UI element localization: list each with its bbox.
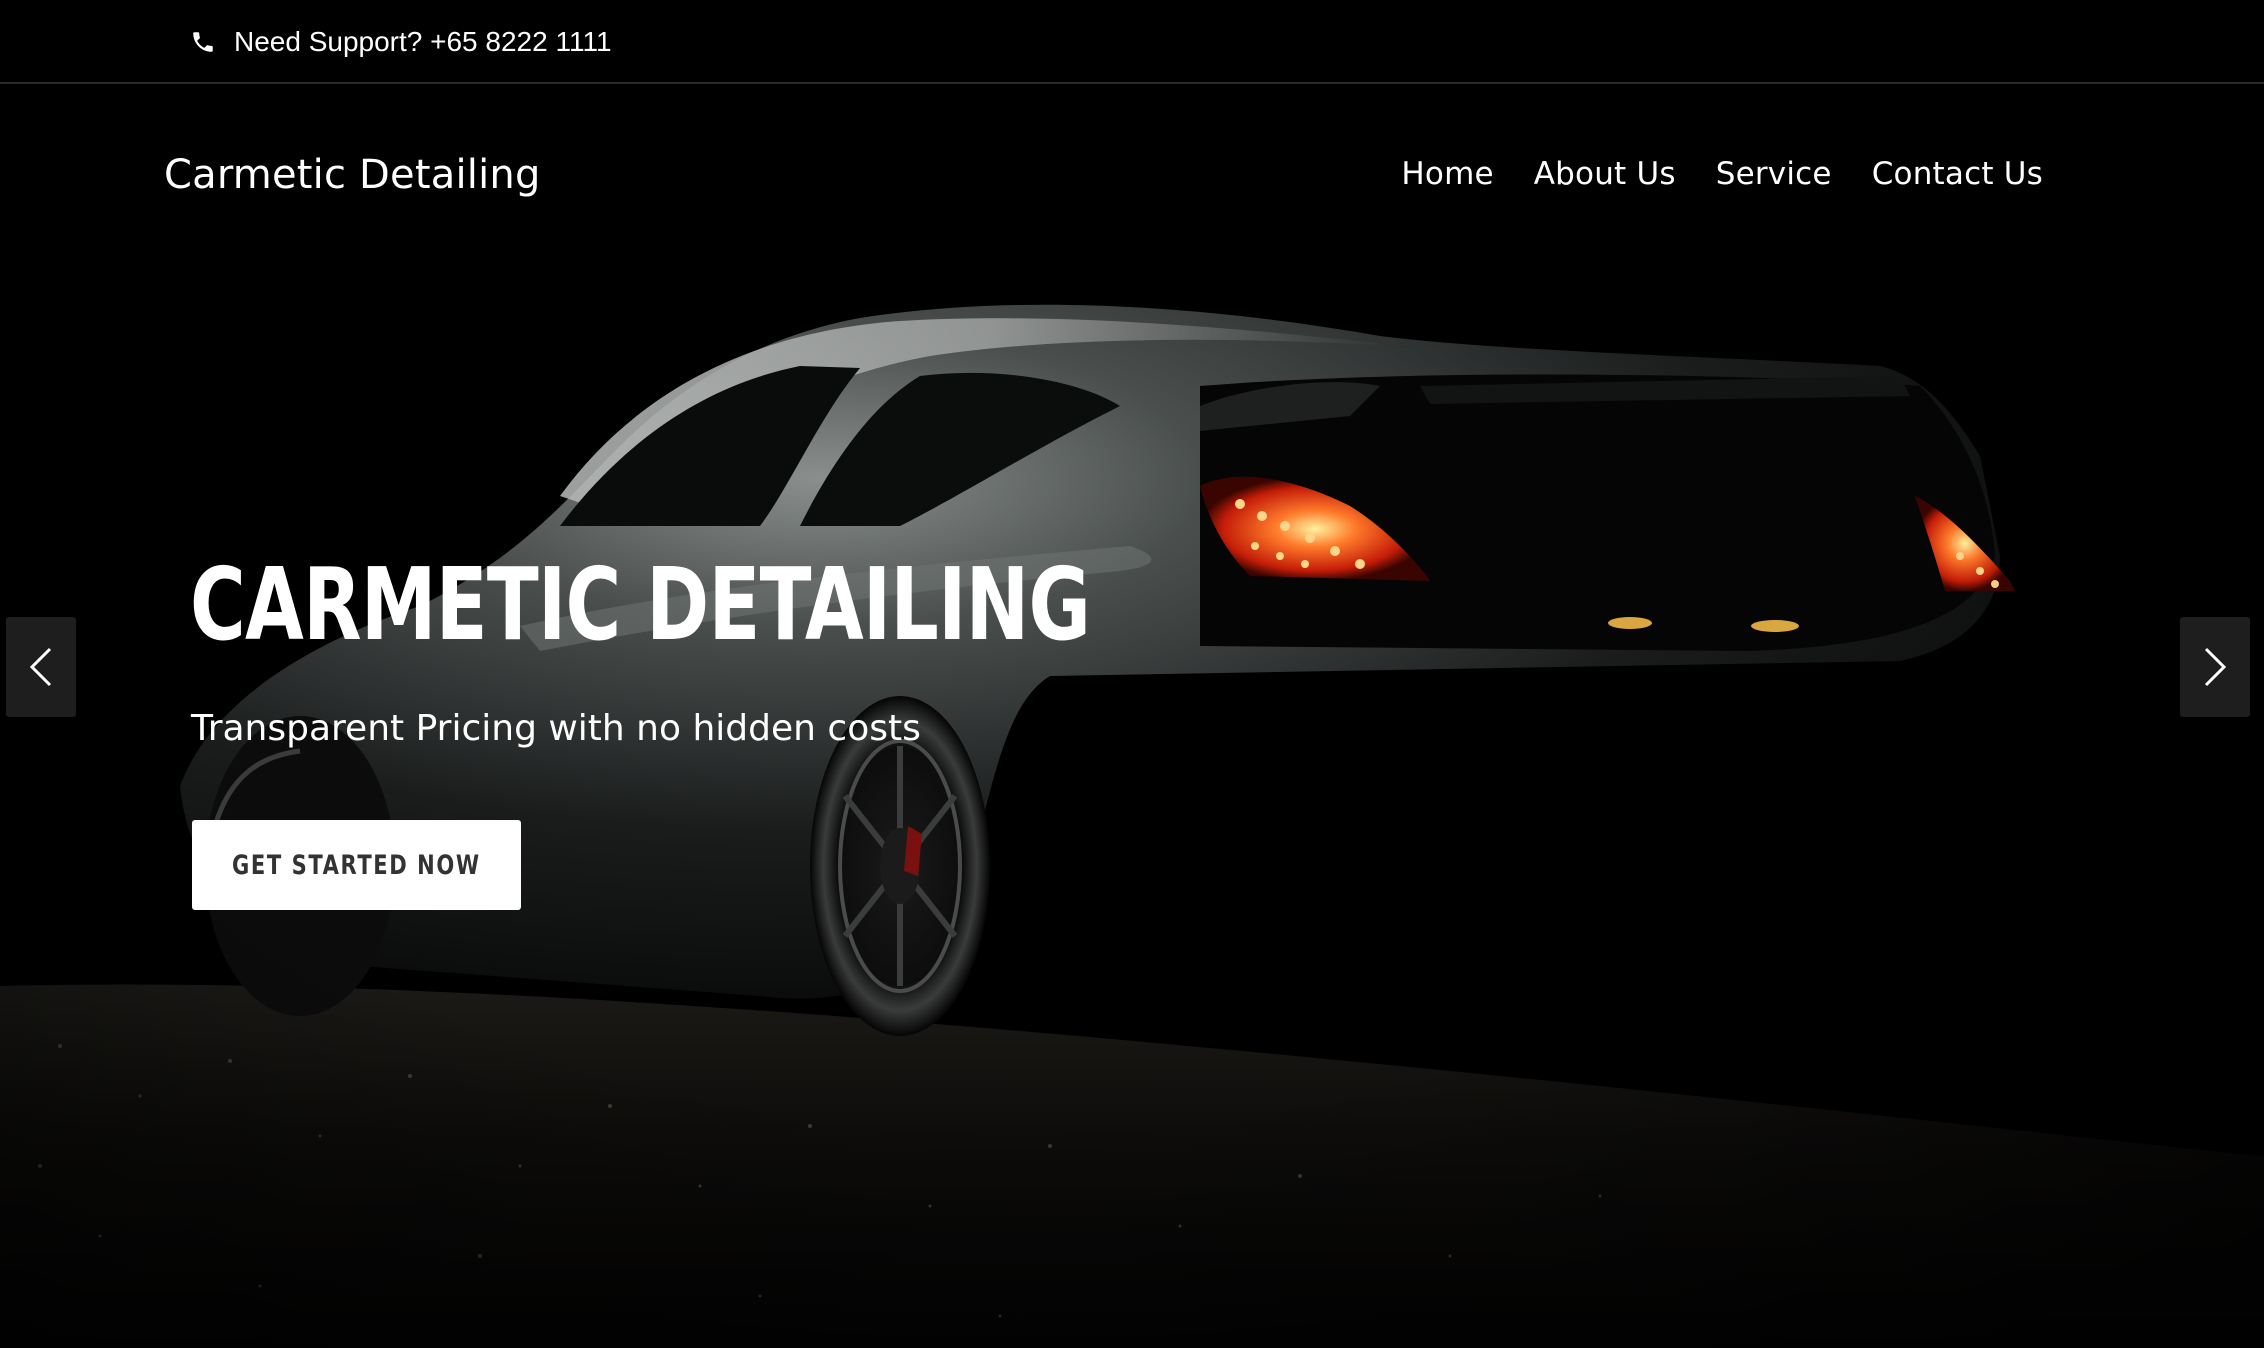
chevron-right-icon	[2200, 645, 2230, 689]
brand-logo[interactable]: Carmetic Detailing	[164, 152, 541, 198]
support-bar: Need Support? +65 8222 1111	[0, 0, 2264, 84]
main-navbar: Carmetic Detailing Home About Us Service…	[0, 86, 2264, 266]
get-started-button[interactable]: GET STARTED NOW	[192, 820, 521, 910]
phone-icon	[190, 29, 216, 55]
page: Need Support? +65 8222 1111 Carmetic Det…	[0, 0, 2264, 1348]
main-nav: Home About Us Service Contact Us	[1401, 156, 2043, 192]
support-contact[interactable]: Need Support? +65 8222 1111	[190, 22, 612, 62]
support-text: Need Support? +65 8222 1111	[234, 26, 612, 57]
nav-contact-us[interactable]: Contact Us	[1872, 156, 2043, 192]
get-started-label: GET STARTED NOW	[232, 849, 481, 881]
hero-subtitle: Transparent Pricing with no hidden costs	[191, 708, 921, 749]
chevron-left-icon	[26, 645, 56, 689]
nav-about-us[interactable]: About Us	[1534, 156, 1676, 192]
nav-home[interactable]: Home	[1401, 156, 1493, 192]
nav-service[interactable]: Service	[1716, 156, 1832, 192]
carousel-next-button[interactable]	[2180, 617, 2250, 717]
hero-title: CARMETIC DETAILING	[190, 546, 1091, 663]
carousel-prev-button[interactable]	[6, 617, 76, 717]
